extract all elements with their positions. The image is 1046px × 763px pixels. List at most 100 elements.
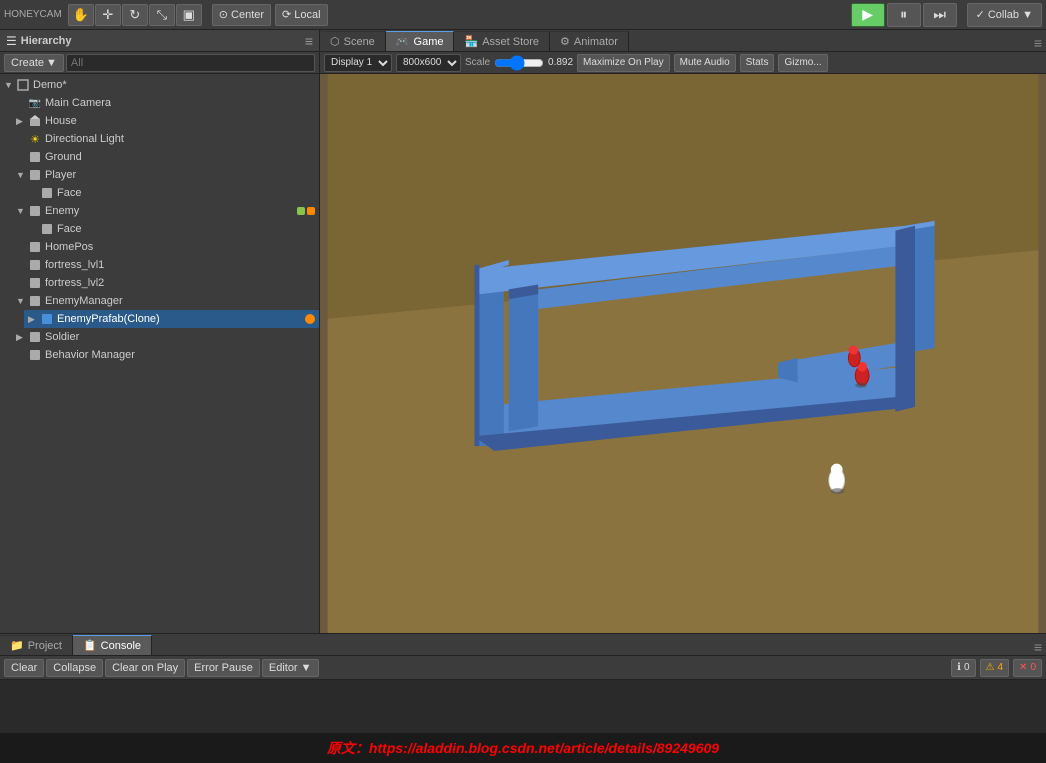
main-camera-item[interactable]: 📷 Main Camera bbox=[12, 94, 319, 112]
maximize-on-play-button[interactable]: Maximize On Play bbox=[577, 54, 670, 72]
error-pause-button[interactable]: Error Pause bbox=[187, 659, 260, 677]
player-label: Player bbox=[45, 169, 76, 181]
pivot-local-label: Local bbox=[294, 9, 320, 21]
enemy-dot-orange bbox=[307, 207, 315, 215]
clear-on-play-button[interactable]: Clear on Play bbox=[105, 659, 185, 677]
tab-game[interactable]: 🎮 Game bbox=[386, 31, 455, 51]
fortress-lvl2-item[interactable]: fortress_lvl2 bbox=[12, 274, 319, 292]
move-tool-button[interactable]: ✛ bbox=[95, 4, 121, 26]
info-badge[interactable]: ℹ 0 bbox=[951, 659, 975, 677]
tab-project[interactable]: 📁 Project bbox=[0, 635, 73, 655]
soldier-item[interactable]: ▶ Soldier bbox=[12, 328, 319, 346]
console-toolbar: Clear Collapse Clear on Play Error Pause… bbox=[0, 656, 1046, 680]
enemy-manager-expand-icon: ▼ bbox=[16, 296, 28, 306]
clear-button[interactable]: Clear bbox=[4, 659, 44, 677]
asset-store-tab-icon: 🏪 bbox=[464, 35, 478, 48]
scale-slider[interactable] bbox=[494, 55, 544, 71]
stats-button[interactable]: Stats bbox=[740, 54, 775, 72]
bottom-tabs-menu-icon[interactable]: ≡ bbox=[1030, 639, 1046, 655]
prefab-clone-label: EnemyPrafab(Clone) bbox=[57, 313, 160, 325]
game-tab-icon: 🎮 bbox=[396, 35, 410, 48]
collab-check-icon: ✓ bbox=[976, 8, 985, 21]
warn-icon: ⚠ bbox=[986, 662, 995, 673]
create-button[interactable]: Create ▼ bbox=[4, 54, 64, 72]
tab-scene[interactable]: ⬡ Scene bbox=[320, 31, 386, 51]
hierarchy-menu-icon[interactable]: ≡ bbox=[305, 33, 313, 49]
scene-name-label: Demo* bbox=[33, 79, 67, 91]
homepos-item[interactable]: HomePos bbox=[12, 238, 319, 256]
fortress-lvl2-label: fortress_lvl2 bbox=[45, 277, 104, 289]
enemy-manager-item[interactable]: ▼ EnemyManager bbox=[12, 292, 319, 310]
light-icon: ☀ bbox=[28, 132, 42, 146]
project-tab-label: Project bbox=[28, 640, 62, 652]
scale-value: 0.892 bbox=[548, 57, 573, 68]
editor-dropdown-button[interactable]: Editor ▼ bbox=[262, 659, 319, 677]
error-count: 0 bbox=[1030, 662, 1036, 673]
warn-count: 4 bbox=[997, 662, 1003, 673]
directional-light-label: Directional Light bbox=[45, 133, 124, 145]
house-item[interactable]: ▶ House bbox=[12, 112, 319, 130]
display-select[interactable]: Display 1 bbox=[324, 54, 392, 72]
enemy-item[interactable]: ▼ Enemy bbox=[12, 202, 319, 220]
step-button[interactable]: ⏭ bbox=[923, 3, 957, 27]
collab-button[interactable]: ✓ Collab ▼ bbox=[967, 3, 1042, 27]
tabs-menu-icon[interactable]: ≡ bbox=[1030, 35, 1046, 51]
rotate-tool-button[interactable]: ↻ bbox=[122, 4, 148, 26]
create-label: Create bbox=[11, 57, 44, 69]
scale-tool-button[interactable]: ⤡ bbox=[149, 4, 175, 26]
player-item[interactable]: ▼ Player bbox=[12, 166, 319, 184]
enemy-manager-label: EnemyManager bbox=[45, 295, 123, 307]
warning-badge[interactable]: ⚠ 4 bbox=[980, 659, 1010, 677]
play-button[interactable]: ▶ bbox=[851, 3, 885, 27]
tab-animator[interactable]: ⚙ Animator bbox=[550, 31, 629, 51]
enemy-face-item[interactable]: Face bbox=[24, 220, 319, 238]
error-badge[interactable]: ✕ 0 bbox=[1013, 659, 1042, 677]
hierarchy-toolbar: Create ▼ bbox=[0, 52, 319, 74]
camera-icon: 📷 bbox=[28, 96, 42, 110]
animator-tab-label: Animator bbox=[574, 36, 618, 48]
pivot-center-label: Center bbox=[231, 9, 264, 21]
main-layout: ☰ Hierarchy ≡ Create ▼ ▼ Demo* 📷 bbox=[0, 30, 1046, 633]
info-count: 0 bbox=[964, 662, 970, 673]
rect-tool-button[interactable]: ▣ bbox=[176, 4, 202, 26]
pause-button[interactable]: ⏸ bbox=[887, 3, 921, 27]
prefab-expand-icon: ▶ bbox=[28, 314, 40, 325]
directional-light-item[interactable]: ☀ Directional Light bbox=[12, 130, 319, 148]
scene-root-item[interactable]: ▼ Demo* bbox=[0, 76, 319, 94]
prefab-icon bbox=[40, 312, 54, 326]
prefab-dot-orange bbox=[305, 314, 315, 324]
tab-asset-store[interactable]: 🏪 Asset Store bbox=[454, 31, 550, 51]
tab-console[interactable]: 📋 Console bbox=[73, 635, 152, 655]
project-tab-icon: 📁 bbox=[10, 639, 24, 652]
enemy-icon bbox=[28, 204, 42, 218]
create-arrow-icon: ▼ bbox=[46, 57, 57, 69]
console-content: Clear Collapse Clear on Play Error Pause… bbox=[0, 656, 1046, 733]
homepos-icon bbox=[28, 240, 42, 254]
player-face-item[interactable]: Face bbox=[24, 184, 319, 202]
resolution-select[interactable]: 800x600 bbox=[396, 54, 461, 72]
player-icon bbox=[28, 168, 42, 182]
soldier-icon bbox=[28, 330, 42, 344]
house-label: House bbox=[45, 115, 77, 127]
animator-tab-icon: ⚙ bbox=[560, 35, 570, 48]
mute-audio-button[interactable]: Mute Audio bbox=[674, 54, 736, 72]
house-icon bbox=[28, 114, 42, 128]
info-icon: ℹ bbox=[957, 662, 961, 673]
collapse-button[interactable]: Collapse bbox=[46, 659, 103, 677]
enemy-prefab-clone-item[interactable]: ▶ EnemyPrafab(Clone) bbox=[24, 310, 319, 328]
pivot-local-button[interactable]: ⟳ Local bbox=[275, 4, 328, 26]
gizmos-button[interactable]: Gizmo... bbox=[778, 54, 827, 72]
hierarchy-search-input[interactable] bbox=[66, 54, 315, 72]
bottom-tabs-bar: 📁 Project 📋 Console ≡ bbox=[0, 634, 1046, 656]
behavior-manager-item[interactable]: Behavior Manager bbox=[12, 346, 319, 364]
behavior-manager-label: Behavior Manager bbox=[45, 349, 135, 361]
ground-item[interactable]: Ground bbox=[12, 148, 319, 166]
hand-tool-button[interactable]: ✋ bbox=[68, 4, 94, 26]
fortress-lvl1-item[interactable]: fortress_lvl1 bbox=[12, 256, 319, 274]
homepos-label: HomePos bbox=[45, 241, 93, 253]
hierarchy-title: Hierarchy bbox=[21, 35, 72, 47]
pivot-center-button[interactable]: ⊙ Center bbox=[212, 4, 271, 26]
soldier-expand-icon: ▶ bbox=[16, 332, 28, 343]
main-tabs-bar: ⬡ Scene 🎮 Game 🏪 Asset Store ⚙ Animator … bbox=[320, 30, 1046, 52]
watermark-bar: 原文：https://aladdin.blog.csdn.net/article… bbox=[0, 733, 1046, 763]
